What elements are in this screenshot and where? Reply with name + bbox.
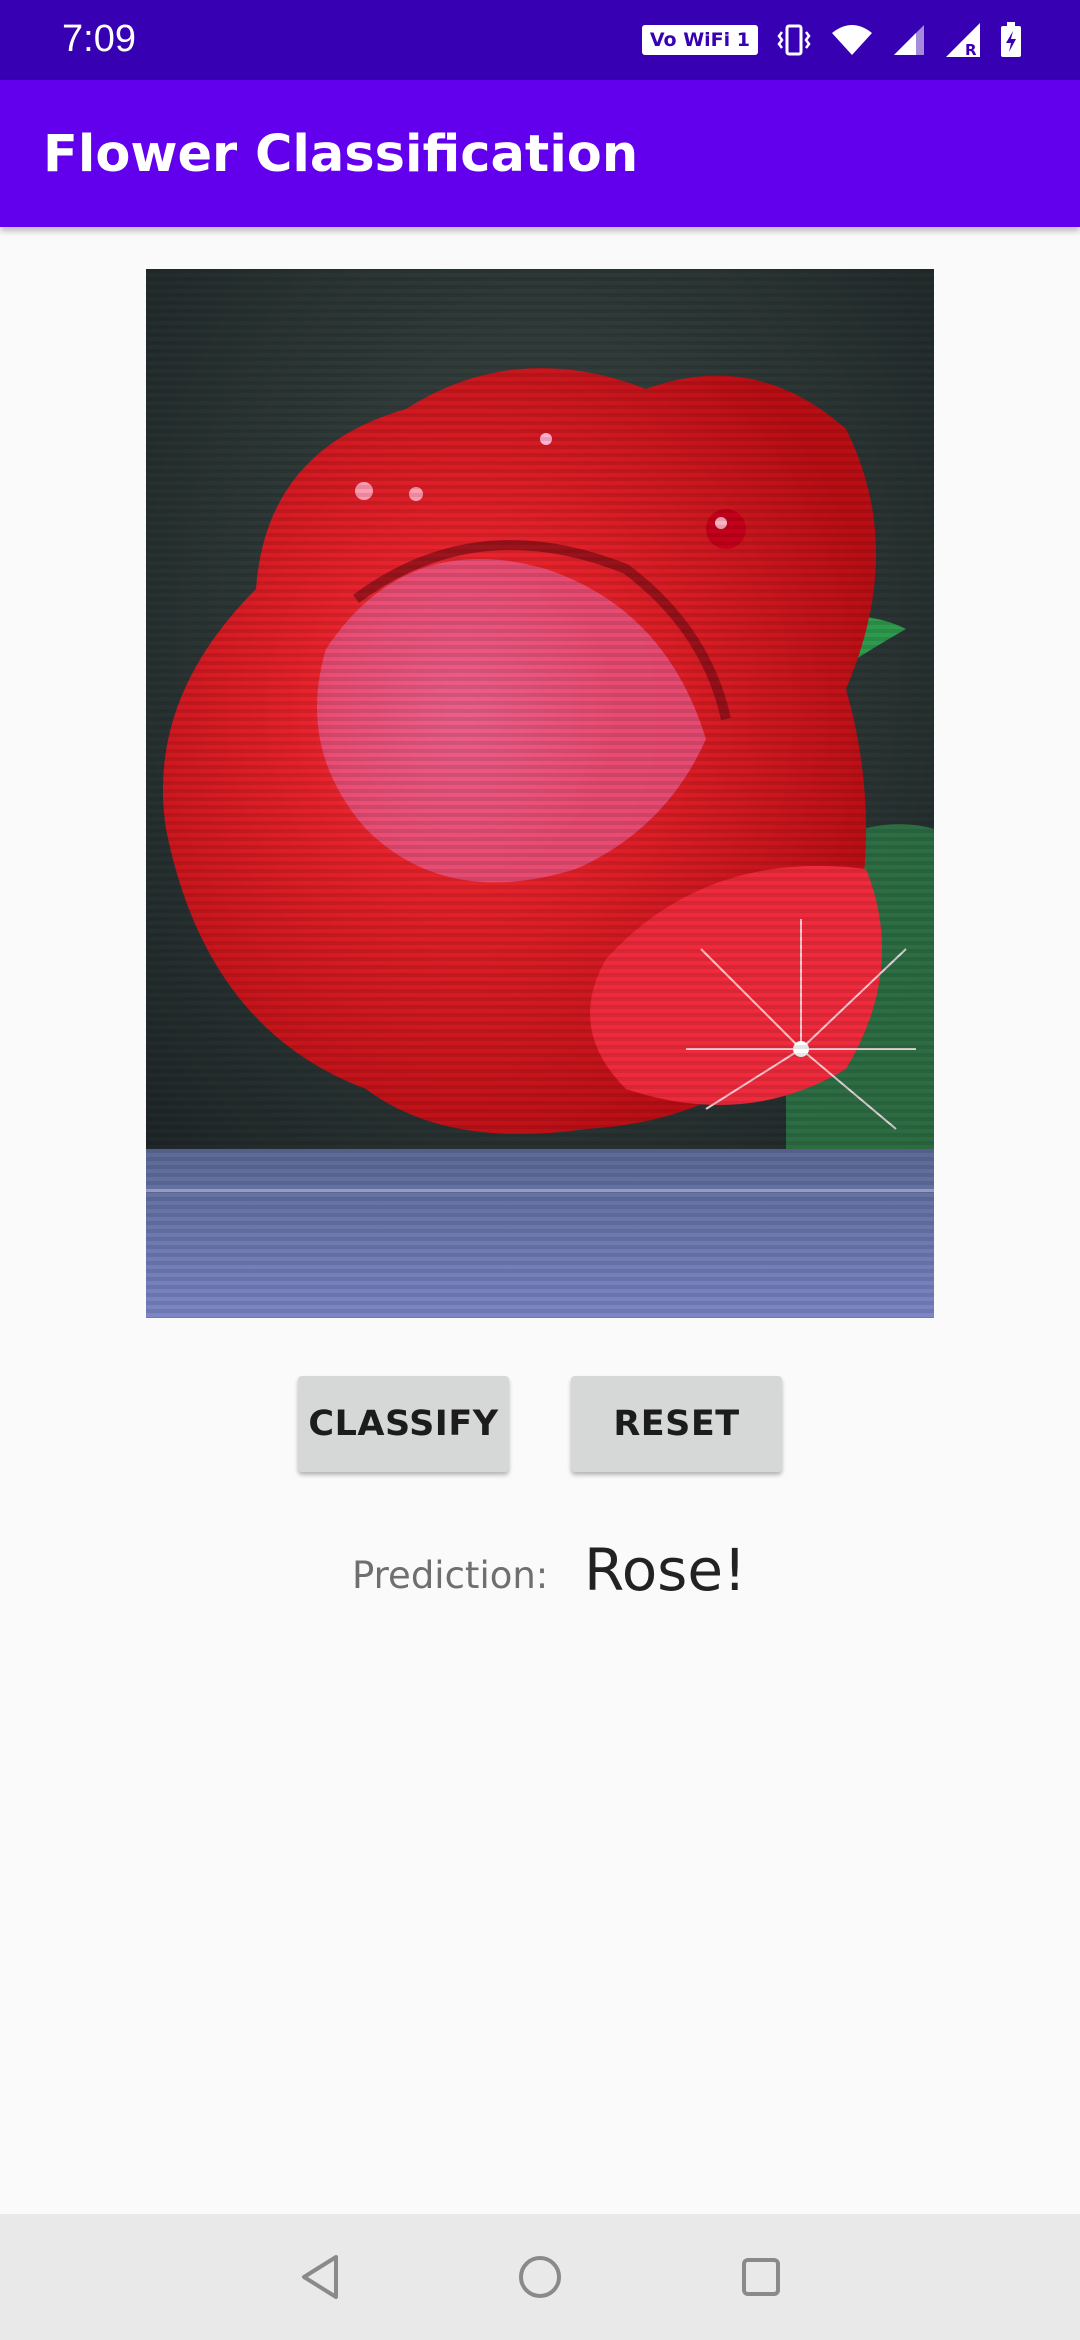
- app-bar: Flower Classification: [0, 80, 1080, 227]
- navigation-bar: [0, 2214, 1080, 2340]
- recents-icon[interactable]: [728, 2244, 794, 2310]
- wifi-icon: [830, 23, 874, 57]
- flower-image: [146, 269, 934, 1318]
- home-icon[interactable]: [507, 2244, 573, 2310]
- svg-text:R: R: [965, 41, 977, 59]
- app-title: Flower Classification: [43, 125, 639, 184]
- reset-button[interactable]: RESET: [571, 1376, 782, 1472]
- vibrate-icon: [776, 23, 812, 57]
- status-bar: 7:09 Vo WiFi 1 R: [0, 0, 1080, 80]
- vowifi-icon: Vo WiFi 1: [641, 25, 758, 55]
- signal-roaming-icon: R: [944, 21, 982, 59]
- status-time: 7:09: [62, 18, 136, 60]
- prediction-value: Rose!: [584, 1536, 747, 1604]
- prediction-label: Prediction:: [352, 1554, 549, 1597]
- classify-button[interactable]: CLASSIFY: [298, 1376, 509, 1472]
- back-icon[interactable]: [287, 2244, 353, 2310]
- signal-icon: [892, 23, 926, 57]
- status-icons: Vo WiFi 1 R: [641, 20, 1022, 60]
- battery-charging-icon: [1000, 22, 1022, 58]
